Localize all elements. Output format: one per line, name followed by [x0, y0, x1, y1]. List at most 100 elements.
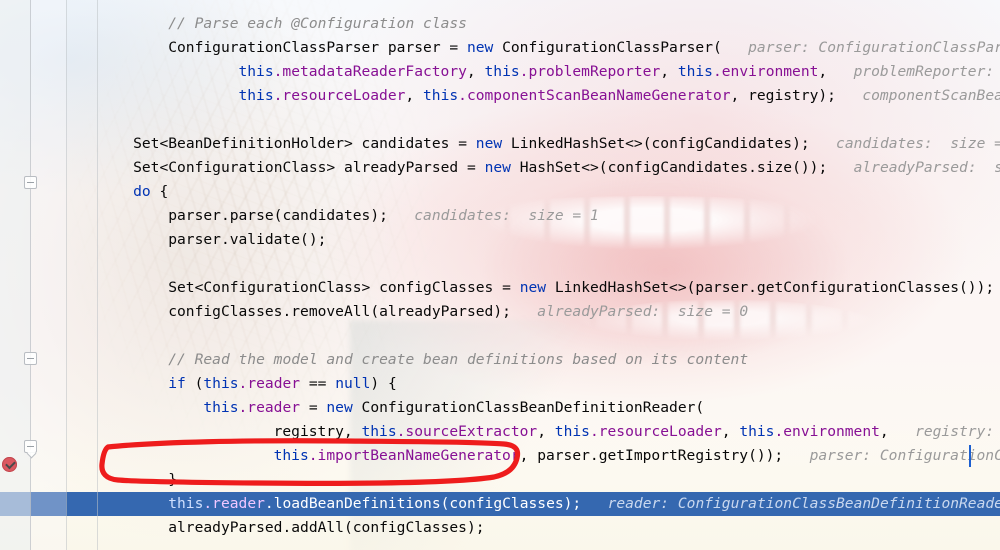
- code-line[interactable]: configClasses.removeAll(alreadyParsed); …: [0, 300, 1000, 324]
- code-token: HashSet<>(configCandidates.size());: [510, 159, 828, 176]
- code-keyword: this: [273, 447, 309, 464]
- code-line[interactable]: registry, this.sourceExtractor, this.res…: [0, 420, 1000, 444]
- inline-debug-hint: configClasse: [994, 279, 1000, 296]
- code-line-text: do {: [133, 180, 168, 204]
- code-line-text: registry, this.sourceExtractor, this.res…: [274, 420, 1000, 444]
- code-field-reference: .resourceLoader: [589, 423, 722, 440]
- indent-guide-2: [97, 0, 98, 550]
- fold-collapse-marker-1[interactable]: [24, 176, 37, 189]
- code-line-text: Set<ConfigurationClass> alreadyParsed = …: [133, 156, 1000, 180]
- code-field-reference: .reader: [203, 495, 265, 512]
- code-line-text: // Read the model and create bean defini…: [168, 348, 748, 372]
- code-line-text: this.importBeanNameGenerator, parser.get…: [274, 444, 1000, 468]
- code-token: }: [168, 471, 178, 488]
- code-token: Set<ConfigurationClass> configClasses =: [168, 279, 520, 296]
- code-keyword: this: [238, 63, 274, 80]
- inline-debug-hint: alreadyParsed: size = 0: [510, 303, 749, 320]
- code-line[interactable]: this.resourceLoader, this.componentScanB…: [0, 84, 1000, 108]
- code-token: ,: [879, 423, 889, 440]
- inline-debug-hint: candidates: size = 1: [387, 207, 599, 224]
- code-token: ,: [537, 423, 555, 440]
- code-line[interactable]: Set<ConfigurationClass> configClasses = …: [0, 276, 1000, 300]
- code-keyword: new: [475, 135, 503, 152]
- code-field-reference: .environment: [774, 423, 880, 440]
- inline-debug-hint: componentScanBeanNameGenerator: An: [862, 87, 1000, 104]
- code-token: ,: [405, 87, 423, 104]
- code-line[interactable]: Set<ConfigurationClass> alreadyParsed = …: [0, 156, 1000, 180]
- code-token: Set<BeanDefinitionHolder> candidates =: [133, 135, 476, 152]
- code-token: ==: [300, 375, 336, 392]
- code-token: ,: [466, 63, 485, 80]
- code-keyword: this: [739, 423, 775, 440]
- code-field-reference: .importBeanNameGenerator: [308, 447, 520, 464]
- inline-debug-hint: reader: ConfigurationClassBeanDefinition…: [607, 495, 1000, 512]
- code-token: ,: [721, 423, 740, 440]
- code-line[interactable]: do {: [0, 180, 1000, 204]
- code-keyword: null: [335, 375, 371, 392]
- code-line[interactable]: ConfigurationClassParser parser = new Co…: [0, 36, 1000, 60]
- inline-debug-hint: alreadyParsed: size = 0 con: [853, 159, 1000, 176]
- code-line[interactable]: }: [0, 468, 1000, 492]
- code-line[interactable]: Set<BeanDefinitionHolder> candidates = n…: [0, 132, 1000, 156]
- code-line-text: ConfigurationClassParser parser = new Co…: [168, 36, 1000, 60]
- code-line[interactable]: this.importBeanNameGenerator, parser.get…: [0, 444, 1000, 468]
- code-line[interactable]: parser.validate();: [0, 228, 1000, 252]
- code-keyword: this: [238, 87, 274, 104]
- code-line-text: Set<BeanDefinitionHolder> candidates = n…: [133, 132, 1000, 156]
- code-line-text: if (this.reader == null) {: [168, 372, 397, 396]
- code-line[interactable]: parser.parse(candidates); candidates: si…: [0, 204, 1000, 228]
- code-keyword: new: [326, 399, 353, 416]
- code-line-text: parser.validate();: [168, 228, 326, 252]
- code-field-reference: .reader: [238, 399, 301, 416]
- code-token: LinkedHashSet<>(configCandidates);: [502, 135, 810, 152]
- code-keyword: this: [361, 423, 397, 440]
- fold-collapse-marker-2[interactable]: [24, 352, 37, 365]
- inline-debug-hint: parser: ConfigurationClassParser@4121: [748, 39, 1000, 56]
- code-token: , parser.getImportRegistry());: [519, 447, 784, 464]
- code-token: ConfigurationClassParser(: [493, 39, 722, 56]
- code-keyword: this: [203, 399, 239, 416]
- code-line[interactable]: this.metadataReaderFactory, this.problem…: [0, 60, 1000, 84]
- code-field-reference: .metadataReaderFactory: [273, 63, 467, 80]
- code-comment: // Parse each @Configuration class: [168, 15, 467, 32]
- breakpoint-verified-icon[interactable]: [2, 457, 17, 472]
- code-line-text: this.metadataReaderFactory, this.problem…: [238, 60, 1000, 84]
- inline-debug-hint: candidates: size = 1: [809, 135, 1000, 152]
- code-field-reference: .resourceLoader: [273, 87, 406, 104]
- code-keyword: this: [677, 63, 713, 80]
- code-line[interactable]: // Parse each @Configuration class: [0, 12, 1000, 36]
- code-token: parser.parse(candidates);: [168, 207, 388, 224]
- code-line[interactable]: // Read the model and create bean defini…: [0, 348, 1000, 372]
- code-line-text: configClasses.removeAll(alreadyParsed); …: [168, 300, 748, 324]
- code-keyword: do: [133, 183, 151, 200]
- code-token: registry,: [273, 423, 362, 440]
- code-keyword: this: [484, 63, 520, 80]
- inline-debug-hint: parser: ConfigurationClassParser@412: [809, 447, 1000, 464]
- code-field-reference: .environment: [712, 63, 819, 80]
- fold-end-marker[interactable]: [24, 440, 37, 453]
- code-line[interactable]: if (this.reader == null) {: [0, 372, 1000, 396]
- code-keyword: if: [168, 375, 186, 392]
- code-folding-strip[interactable]: [30, 0, 66, 550]
- code-token: ,: [818, 63, 828, 80]
- code-token: LinkedHashSet<>(parser.getConfigurationC…: [546, 279, 995, 296]
- code-comment: // Read the model and create bean defini…: [168, 351, 749, 368]
- indent-guide-1: [66, 0, 67, 550]
- code-line[interactable]: this.reader = new ConfigurationClassBean…: [0, 396, 1000, 420]
- code-token: , registry);: [730, 87, 836, 104]
- code-field-reference: .sourceExtractor: [396, 423, 538, 440]
- code-line[interactable]: this.reader.loadBeanDefinitions(configCl…: [0, 492, 1000, 516]
- code-keyword: new: [466, 39, 494, 56]
- code-token: .loadBeanDefinitions(configClasses);: [264, 495, 582, 512]
- text-caret: [969, 445, 971, 467]
- code-line-text: alreadyParsed.addAll(configClasses);: [168, 516, 484, 540]
- code-keyword: new: [519, 279, 547, 296]
- code-field-reference: .componentScanBeanNameGenerator: [458, 87, 731, 104]
- code-token: parser.validate();: [168, 231, 327, 248]
- inline-debug-hint: problemReporter: FailFastProblemRep: [853, 63, 995, 80]
- code-token: Set<ConfigurationClass> alreadyParsed =: [133, 159, 485, 176]
- code-field-reference: .problemReporter: [519, 63, 661, 80]
- code-text-area[interactable]: // Parse each @Configuration class Config…: [0, 0, 1000, 550]
- code-token: (: [185, 375, 204, 392]
- code-line[interactable]: alreadyParsed.addAll(configClasses);: [0, 516, 1000, 540]
